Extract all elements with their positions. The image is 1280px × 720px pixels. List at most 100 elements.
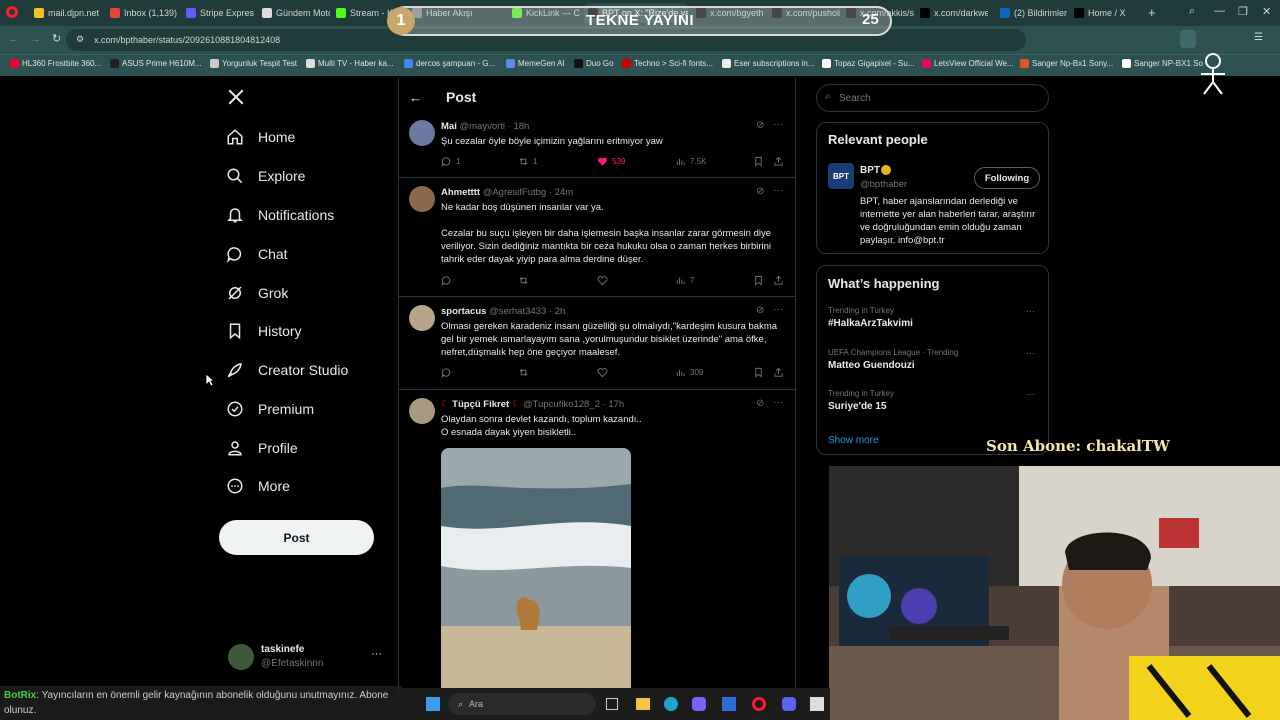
views-button[interactable]: 7.5K (675, 156, 706, 167)
reply-tweet[interactable]: Ahmetttt @AgresifFutbg · 24m ⊘ ··· Ne ka… (399, 178, 795, 297)
nav-profile[interactable]: Profile (226, 439, 298, 457)
bookmark-button[interactable] (753, 156, 764, 167)
share-button[interactable] (773, 275, 784, 286)
opera-logo-icon[interactable] (6, 6, 18, 18)
edge-icon[interactable] (664, 697, 678, 711)
search-tabs-icon[interactable]: ⌕ (1189, 5, 1195, 18)
x-logo-icon[interactable] (227, 88, 245, 106)
grok-icon[interactable]: ⊘ (756, 305, 764, 316)
like-button[interactable] (597, 367, 608, 378)
bookmark-item[interactable]: Sanger NP-BX1 So (1122, 59, 1203, 68)
browser-tab[interactable]: Home / X (1070, 3, 1144, 23)
reply-tweet[interactable]: sportacus @serhat3433 · 2h ⊘ ··· Olması … (399, 297, 795, 390)
trend-item[interactable]: UEFA Champions League · Trending Matteo … (828, 348, 1042, 371)
avatar[interactable] (409, 186, 435, 212)
author-name[interactable]: Mai (441, 121, 457, 132)
bookmark-item[interactable]: Techno > Sci-fi fonts... (622, 59, 713, 68)
nav-chat[interactable]: Chat (226, 245, 288, 263)
site-info-icon[interactable]: ⚙ (76, 34, 84, 45)
avatar[interactable] (409, 120, 435, 146)
views-button[interactable]: 309 (675, 367, 703, 378)
nav-explore[interactable]: Explore (226, 167, 305, 185)
reload-icon[interactable]: ↻ (52, 32, 61, 45)
bookmark-item[interactable]: ASUS Prime H610M... (110, 59, 202, 68)
grok-icon[interactable]: ⊘ (756, 120, 764, 131)
avatar[interactable] (409, 398, 435, 424)
tweet-time[interactable]: · 2h (549, 306, 565, 317)
search-input[interactable]: ⌕ Search (816, 84, 1049, 112)
author-name[interactable]: sportacus (441, 306, 486, 317)
store-icon[interactable] (722, 697, 736, 711)
back-arrow-icon[interactable]: ← (409, 90, 422, 105)
nav-notifications[interactable]: Notifications (226, 206, 334, 224)
nav-premium[interactable]: Premium (226, 400, 314, 418)
windows-start-icon[interactable] (426, 697, 440, 711)
share-button[interactable] (773, 367, 784, 378)
tweet-media-image[interactable] (441, 448, 631, 698)
nav-home[interactable]: Home (226, 128, 295, 146)
discord-icon[interactable] (782, 697, 796, 711)
bookmark-item[interactable]: dercos şampuan - G... (404, 59, 495, 68)
bookmark-item[interactable]: Yorgunluk Tespit Test (210, 59, 297, 68)
bookmark-item[interactable]: Sanger Np-Bx1 Sony... (1020, 59, 1113, 68)
grok-icon[interactable]: ⊘ (756, 398, 764, 409)
opera-icon[interactable] (752, 697, 766, 711)
nav-grok[interactable]: Grok (226, 284, 288, 302)
repost-button[interactable] (518, 275, 529, 286)
more-icon[interactable]: ··· (773, 304, 783, 315)
trend-item[interactable]: Trending in Turkey #HalkaArzTakvimi ··· (828, 306, 1042, 329)
browser-tab[interactable]: Gündem Motor (258, 3, 330, 23)
app-icon[interactable] (810, 697, 824, 711)
tweet-time[interactable]: · 17h (603, 399, 625, 410)
forward-icon[interactable]: → (30, 33, 41, 45)
more-icon[interactable]: ··· (1026, 306, 1035, 316)
tweet-time[interactable]: · 18h (508, 121, 530, 132)
like-button[interactable] (597, 275, 608, 286)
account-switcher[interactable]: taskinefe @Efetaskinnn ··· (226, 642, 386, 674)
nav-more[interactable]: More (226, 477, 290, 495)
nav-history[interactable]: History (226, 322, 302, 340)
more-icon[interactable]: ··· (371, 648, 382, 660)
show-more-link[interactable]: Show more (828, 435, 879, 446)
close-window-icon[interactable]: ✕ (1262, 5, 1271, 18)
file-explorer-icon[interactable] (636, 698, 650, 710)
repost-button[interactable] (518, 367, 529, 378)
reply-tweet[interactable]: Mai @mayvorti · 18h ⊘ ··· Şu cezalar öyl… (399, 116, 795, 178)
extension-icon[interactable] (1180, 30, 1196, 48)
avatar[interactable] (409, 305, 435, 331)
repost-button[interactable]: 1 (518, 156, 537, 167)
browser-tab[interactable]: (2) Bildirimler | (996, 3, 1068, 23)
more-icon[interactable]: ··· (773, 119, 783, 130)
trend-item[interactable]: Trending in Turkey Suriye'de 15 ··· (828, 389, 1042, 412)
back-icon[interactable]: ← (8, 33, 19, 45)
taskbar-search[interactable]: ⌕ Ara (448, 693, 596, 715)
maximize-icon[interactable]: ❐ (1238, 5, 1248, 18)
views-button[interactable]: 7 (675, 275, 694, 286)
browser-tab[interactable]: mail.djpn.net (30, 3, 102, 23)
reply-tweet[interactable]: ☾ Tüpçü Fikret ☾ @Tupcufiko128_2 · 17h ⊘… (399, 390, 795, 698)
reply-button[interactable] (441, 367, 452, 378)
bookmark-item[interactable]: Multi TV - Haber ka... (306, 59, 393, 68)
more-icon[interactable]: ··· (773, 185, 783, 196)
post-button[interactable]: Post (219, 520, 374, 555)
minimize-icon[interactable]: — (1214, 5, 1225, 17)
share-button[interactable] (773, 156, 784, 167)
browser-tab[interactable]: Inbox (1,139) (106, 3, 178, 23)
browser-tab[interactable]: x.com/darkwebi (916, 3, 988, 23)
bookmark-button[interactable] (753, 275, 764, 286)
browser-tab[interactable]: Stream - Kick (332, 3, 394, 23)
like-button[interactable]: 539 (597, 156, 625, 167)
browser-tab[interactable]: Stripe Express (182, 3, 254, 23)
author-name[interactable]: Ahmetttt (441, 187, 480, 198)
reply-button[interactable] (441, 275, 452, 286)
person-name[interactable]: BPT (860, 165, 880, 176)
author-name[interactable]: Tüpçü Fikret (452, 399, 509, 410)
new-tab-icon[interactable]: + (1148, 5, 1156, 20)
bookmark-item[interactable]: Duo Go (574, 59, 614, 68)
reply-button[interactable]: 1 (441, 156, 460, 167)
more-icon[interactable]: ··· (1026, 348, 1035, 358)
bookmark-item[interactable]: MemeGen AI (506, 59, 565, 68)
bookmark-item[interactable]: Eser subscriptions in... (722, 59, 814, 68)
nav-creator-studio[interactable]: Creator Studio (226, 361, 348, 379)
app-icon[interactable] (692, 697, 706, 711)
